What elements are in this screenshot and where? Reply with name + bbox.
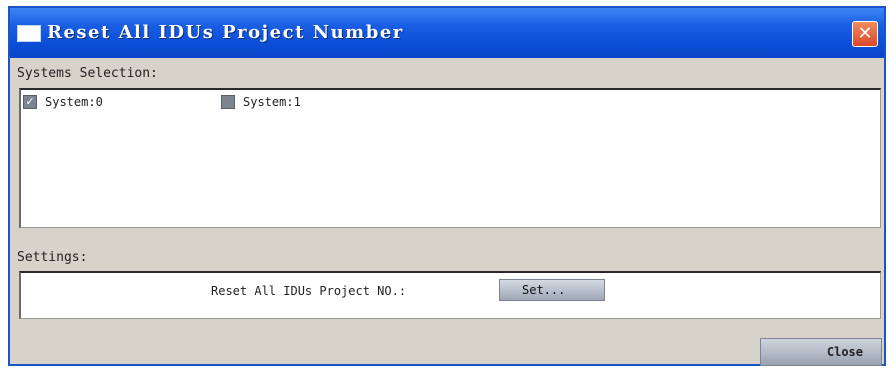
window-title: Reset All IDUs Project Number [47,22,404,43]
system-0-label: System:0 [45,95,103,109]
settings-label: Settings: [17,250,88,265]
window-icon [17,25,41,42]
title-bar[interactable]: Reset All IDUs Project Number ✕ [10,8,884,58]
system-1-label: System:1 [243,95,301,109]
system-item-1[interactable]: System:1 [221,95,301,109]
reset-project-number-label: Reset All IDUs Project NO.: [211,284,407,298]
dialog-window: Reset All IDUs Project Number ✕ Systems … [8,6,886,366]
systems-list-panel: ✓ System:0 System:1 [19,88,881,228]
settings-panel: Reset All IDUs Project NO.: Set... [19,271,881,319]
systems-selection-label: Systems Selection: [17,66,158,81]
system-0-checkbox[interactable]: ✓ [23,95,37,109]
close-button[interactable]: Close [760,338,882,366]
system-1-checkbox[interactable] [221,95,235,109]
close-window-icon[interactable]: ✕ [852,21,878,47]
system-item-0[interactable]: ✓ System:0 [23,95,103,109]
set-button[interactable]: Set... [499,279,605,301]
